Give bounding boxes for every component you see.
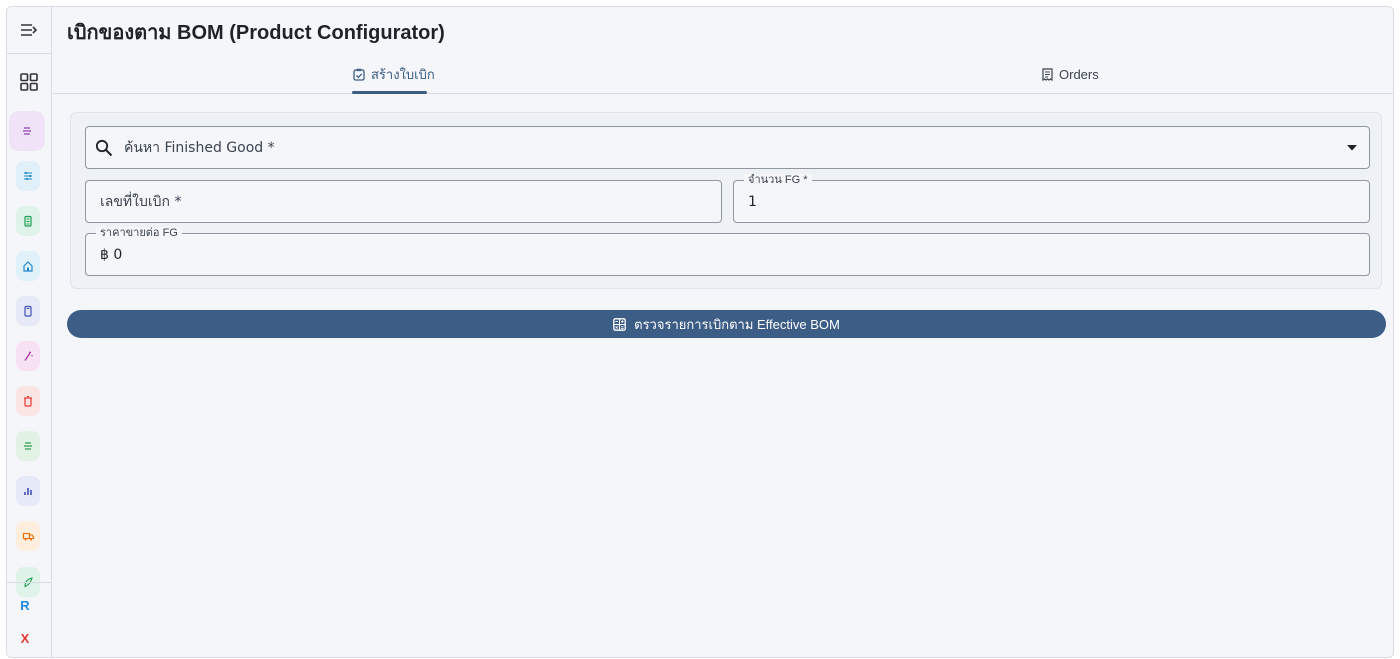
menu-collapse-icon xyxy=(21,24,38,36)
caret-down-icon[interactable] xyxy=(1347,145,1357,151)
tab-bar: สร้างใบเบิก Orders xyxy=(53,54,1393,94)
sidebar-item-4[interactable] xyxy=(16,251,40,281)
tab-orders[interactable]: Orders xyxy=(1042,54,1099,94)
wand-icon xyxy=(24,351,33,361)
calculator-icon xyxy=(613,317,626,331)
sidebar-r-button[interactable]: R xyxy=(7,598,43,613)
sidebar-item-7[interactable] xyxy=(16,386,40,416)
fg-quantity-value: 1 xyxy=(748,193,757,210)
requisition-number-placeholder: เลขที่ใบเบิก * xyxy=(100,193,182,210)
requisition-form: ค้นหา Finished Good * เลขที่ใบเบิก * จำน… xyxy=(70,112,1382,289)
sidebar-item-9[interactable] xyxy=(16,476,40,506)
sidebar-footer: R X xyxy=(7,582,51,657)
sidebar-x-button[interactable]: X xyxy=(7,631,43,646)
sidebar-item-10[interactable] xyxy=(16,521,40,551)
finished-good-search[interactable]: ค้นหา Finished Good * xyxy=(85,126,1370,169)
requisition-number-field[interactable]: เลขที่ใบเบิก * xyxy=(85,180,722,223)
search-icon xyxy=(95,139,113,157)
device-icon xyxy=(24,305,32,317)
apps-grid-icon xyxy=(20,73,38,91)
clipboard-check-icon xyxy=(353,68,365,81)
home-icon xyxy=(23,261,33,272)
menu-collapse-button[interactable] xyxy=(7,7,51,54)
fg-price-field[interactable]: ราคาขายต่อ FG ฿ 0 xyxy=(85,227,1370,276)
battery-icon xyxy=(24,215,32,227)
fg-price-value: ฿ 0 xyxy=(100,246,123,263)
active-tab-indicator xyxy=(352,91,427,94)
sidebar: R X xyxy=(7,7,52,657)
sidebar-item-1[interactable] xyxy=(9,111,45,151)
app-window: R X เบิกของตาม BOM (Product Configurator… xyxy=(6,6,1394,658)
main-content: เบิกของตาม BOM (Product Configurator) สร… xyxy=(53,7,1393,657)
trash-icon xyxy=(24,395,32,407)
list-icon xyxy=(24,442,32,450)
check-effective-bom-label: ตรวจรายการเบิกตาม Effective BOM xyxy=(634,316,840,332)
sliders-icon xyxy=(24,171,32,181)
fg-quantity-field[interactable]: จำนวน FG * 1 xyxy=(733,174,1370,223)
bar-chart-icon xyxy=(24,488,32,495)
sidebar-r-label: R xyxy=(20,598,30,613)
sidebar-item-5[interactable] xyxy=(16,296,40,326)
check-effective-bom-button[interactable]: ตรวจรายการเบิกตาม Effective BOM xyxy=(67,310,1386,338)
tab-create-requisition-label: สร้างใบเบิก xyxy=(371,66,435,82)
tab-orders-label: Orders xyxy=(1059,66,1099,82)
list-icon xyxy=(23,127,31,135)
sidebar-x-label: X xyxy=(20,631,30,646)
tab-create-requisition[interactable]: สร้างใบเบิก xyxy=(353,54,435,94)
truck-icon xyxy=(22,532,34,541)
sidebar-item-3[interactable] xyxy=(16,206,40,236)
sidebar-item-6[interactable] xyxy=(16,341,40,371)
page-title: เบิกของตาม BOM (Product Configurator) xyxy=(67,22,445,44)
apps-grid-button[interactable] xyxy=(7,65,51,99)
sidebar-item-8[interactable] xyxy=(16,431,40,461)
finished-good-search-placeholder: ค้นหา Finished Good * xyxy=(124,139,275,156)
receipt-icon xyxy=(1042,67,1053,81)
sidebar-item-2[interactable] xyxy=(16,161,40,191)
